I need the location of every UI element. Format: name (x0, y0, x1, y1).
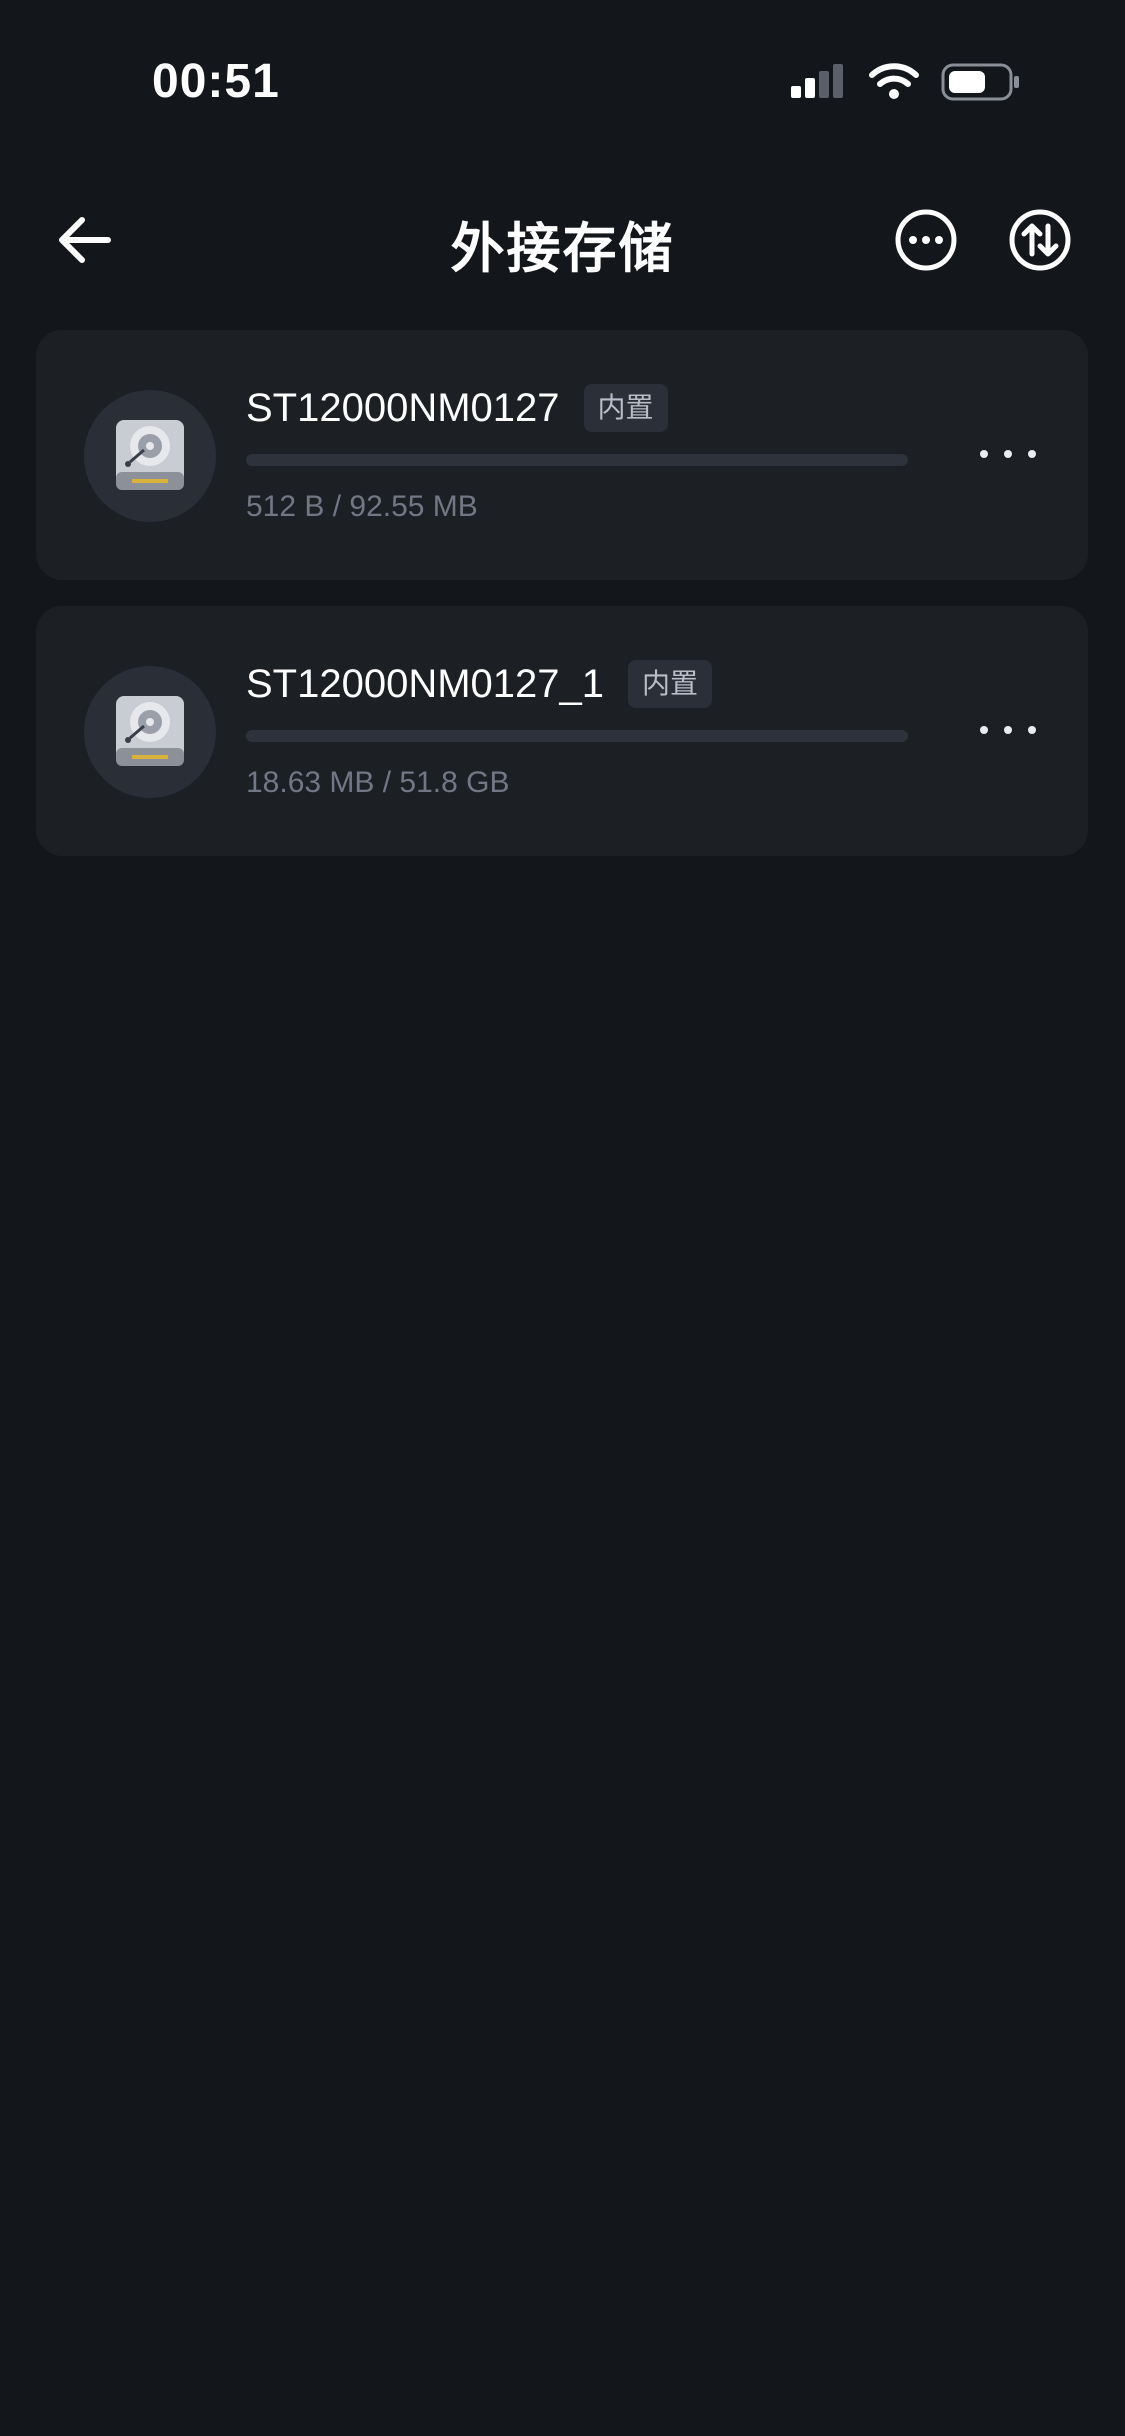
internal-badge: 内置 (583, 384, 668, 432)
disk-card[interactable]: ST12000NM0127_1 内置 18.63 MB / 51.8 GB (36, 606, 1088, 856)
disk-name-text: ST12000NM0127 (246, 385, 560, 430)
card-more-button[interactable] (980, 710, 1036, 750)
disk-name: ST12000NM0127_1 内置 (246, 660, 713, 708)
transfer-arrows-icon (1009, 209, 1071, 271)
status-bar: 00:51 (0, 0, 1125, 160)
hard-drive-icon (116, 420, 184, 490)
wifi-icon (869, 63, 919, 99)
dot-icon (1004, 726, 1012, 734)
disk-name: ST12000NM0127 内置 (246, 384, 668, 432)
disk-card[interactable]: ST12000NM0127 内置 512 B / 92.55 MB (36, 330, 1088, 580)
more-circle-icon (895, 209, 957, 271)
battery-icon (941, 63, 1019, 101)
dot-icon (1004, 450, 1012, 458)
disk-name-text: ST12000NM0127_1 (246, 661, 605, 706)
dot-icon (980, 450, 988, 458)
dot-icon (980, 726, 988, 734)
usage-text: 512 B / 92.55 MB (246, 490, 478, 523)
dot-icon (1028, 726, 1036, 734)
usage-progress-bar (246, 454, 908, 466)
dot-icon (1028, 450, 1036, 458)
hard-drive-icon (116, 696, 184, 766)
disk-avatar (84, 390, 216, 522)
signal-icon (791, 64, 843, 98)
card-more-button[interactable] (980, 434, 1036, 474)
more-button[interactable] (888, 202, 964, 278)
usage-progress-bar (246, 730, 908, 742)
disk-avatar (84, 666, 216, 798)
usage-text: 18.63 MB / 51.8 GB (246, 766, 510, 799)
header: 外接存储 (0, 190, 1125, 286)
internal-badge: 内置 (628, 660, 713, 708)
transfer-button[interactable] (1002, 202, 1078, 278)
status-time: 00:51 (152, 55, 280, 108)
status-icons (791, 62, 1021, 102)
